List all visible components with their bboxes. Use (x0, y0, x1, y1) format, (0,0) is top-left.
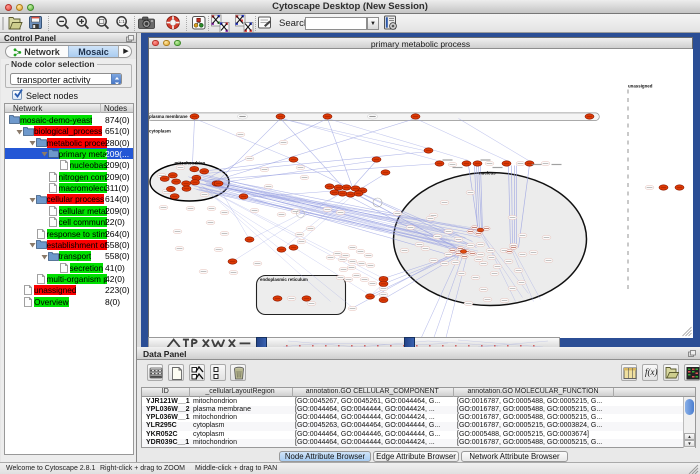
svg-text:unassigned: unassigned (628, 83, 653, 88)
svg-text:nucleus: nucleus (479, 170, 496, 175)
svg-text:cytoplasm: cytoplasm (149, 128, 171, 133)
svg-text:plasma membrane: plasma membrane (149, 114, 188, 119)
svg-text:mitochondrion: mitochondrion (175, 160, 206, 165)
svg-text:endoplasmic reticulum: endoplasmic reticulum (260, 277, 308, 282)
svg-text:1:1: 1:1 (118, 19, 125, 24)
